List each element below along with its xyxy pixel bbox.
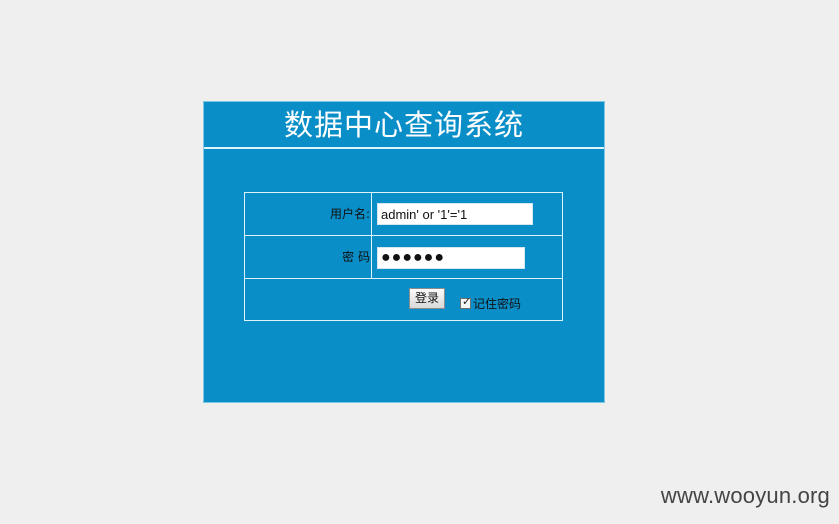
password-input[interactable]: ●●●●●●: [377, 247, 525, 269]
login-button[interactable]: 登录: [409, 288, 445, 309]
title-bar: 数据中心查询系统: [204, 102, 604, 149]
password-row: 密 码 ●●●●●●: [245, 236, 562, 279]
username-input[interactable]: [377, 203, 533, 225]
remember-password-checkbox[interactable]: [460, 295, 471, 309]
actions-row: 登录 记住密码: [245, 279, 562, 320]
username-label: 用户名:: [245, 193, 372, 235]
username-row: 用户名:: [245, 193, 562, 236]
remember-password-label: 记住密码: [473, 296, 522, 311]
page-title: 数据中心查询系统: [283, 108, 524, 142]
remember-password-control[interactable]: 记住密码: [460, 295, 521, 311]
login-panel: 数据中心查询系统 用户名: 密 码 ●●●●●● 登录 记住密码: [203, 101, 605, 403]
login-form: 用户名: 密 码 ●●●●●● 登录 记住密码: [244, 192, 563, 321]
watermark-text: www.wooyun.org: [660, 483, 830, 508]
password-label: 密 码: [245, 236, 372, 278]
